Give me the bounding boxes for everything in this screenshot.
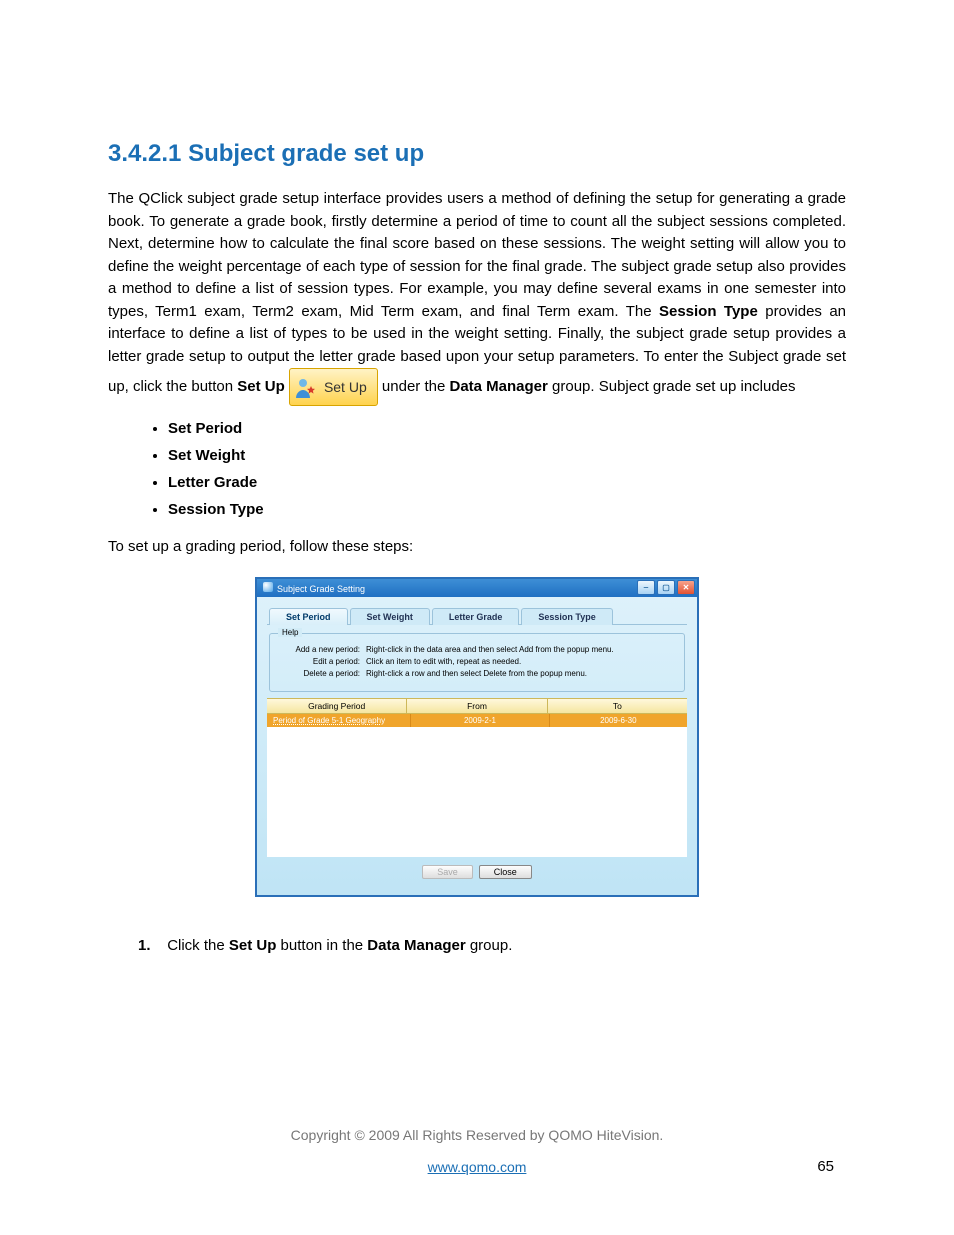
step-number: 1. xyxy=(138,937,151,954)
bold-set-up: Set Up xyxy=(237,378,285,395)
help-val: Right-click in the data area and then se… xyxy=(366,645,676,654)
text: button in the xyxy=(276,937,367,954)
window-title: Subject Grade Setting xyxy=(277,584,365,594)
col-to: To xyxy=(548,699,687,713)
help-row: Edit a period:Click an item to edit with… xyxy=(280,657,676,666)
maximize-button[interactable]: ▢ xyxy=(657,580,675,595)
steps-intro: To set up a grading period, follow these… xyxy=(108,536,846,559)
site-link[interactable]: www.qomo.com xyxy=(108,1159,846,1175)
set-up-button[interactable]: Set Up xyxy=(289,368,378,406)
help-val: Right-click a row and then select Delete… xyxy=(366,669,676,678)
help-key: Edit a period: xyxy=(280,657,366,666)
help-legend: Help xyxy=(278,628,302,637)
text: group. xyxy=(466,937,513,954)
help-key: Delete a period: xyxy=(280,669,366,678)
close-button[interactable]: ✕ xyxy=(677,580,695,595)
intro-paragraph: The QClick subject grade setup interface… xyxy=(108,188,846,406)
cell-to[interactable]: 2009-6-30 xyxy=(550,714,687,727)
help-row: Delete a period:Right-click a row and th… xyxy=(280,669,676,678)
text: under the xyxy=(382,378,450,395)
bold-data-manager: Data Manager xyxy=(449,378,547,395)
section-heading: 3.4.2.1 Subject grade set up xyxy=(108,140,846,168)
bold-session-type: Session Type xyxy=(659,303,758,320)
list-item: Set Weight xyxy=(168,447,846,464)
window-icon xyxy=(263,582,273,592)
tab-set-period[interactable]: Set Period xyxy=(269,608,348,625)
text: group. Subject grade set up includes xyxy=(548,378,796,395)
cell-from[interactable]: 2009-2-1 xyxy=(411,714,549,727)
help-row: Add a new period:Right-click in the data… xyxy=(280,645,676,654)
tab-session-type[interactable]: Session Type xyxy=(521,608,612,625)
help-val: Click an item to edit with, repeat as ne… xyxy=(366,657,676,666)
grid-row-selected[interactable]: Period of Grade 5-1 Geography 2009-2-1 2… xyxy=(267,714,687,727)
text: Click the xyxy=(167,937,229,954)
grid-empty-area[interactable] xyxy=(267,727,687,857)
list-item: Session Type xyxy=(168,501,846,518)
page-number: 65 xyxy=(817,1158,834,1175)
tabs: Set Period Set Weight Letter Grade Sessi… xyxy=(267,607,687,625)
titlebar: Subject Grade Setting ‒ ▢ ✕ xyxy=(257,579,697,597)
grid-header: Grading Period From To xyxy=(267,698,687,714)
bullet-list: Set Period Set Weight Letter Grade Sessi… xyxy=(108,420,846,518)
save-button[interactable]: Save xyxy=(422,865,473,879)
minimize-button[interactable]: ‒ xyxy=(637,580,655,595)
close-dialog-button[interactable]: Close xyxy=(479,865,532,879)
copyright: Copyright © 2009 All Rights Reserved by … xyxy=(108,1127,846,1143)
bold-set-up: Set Up xyxy=(229,937,277,954)
footer: Copyright © 2009 All Rights Reserved by … xyxy=(108,1127,846,1175)
bold-data-manager: Data Manager xyxy=(367,937,465,954)
help-key: Add a new period: xyxy=(280,645,366,654)
text: The QClick subject grade setup interface… xyxy=(108,190,846,320)
user-star-icon xyxy=(294,376,318,400)
tab-letter-grade[interactable]: Letter Grade xyxy=(432,608,520,625)
set-up-button-label: Set Up xyxy=(324,379,367,395)
step-1: 1. Click the Set Up button in the Data M… xyxy=(108,937,846,954)
cell-period[interactable]: Period of Grade 5-1 Geography xyxy=(267,714,411,727)
help-groupbox: Help Add a new period:Right-click in the… xyxy=(269,633,685,692)
list-item: Letter Grade xyxy=(168,474,846,491)
subject-grade-setting-window: Subject Grade Setting ‒ ▢ ✕ Set Period S… xyxy=(255,577,699,897)
col-grading-period: Grading Period xyxy=(267,699,407,713)
col-from: From xyxy=(407,699,547,713)
tab-set-weight[interactable]: Set Weight xyxy=(350,608,430,625)
list-item: Set Period xyxy=(168,420,846,437)
